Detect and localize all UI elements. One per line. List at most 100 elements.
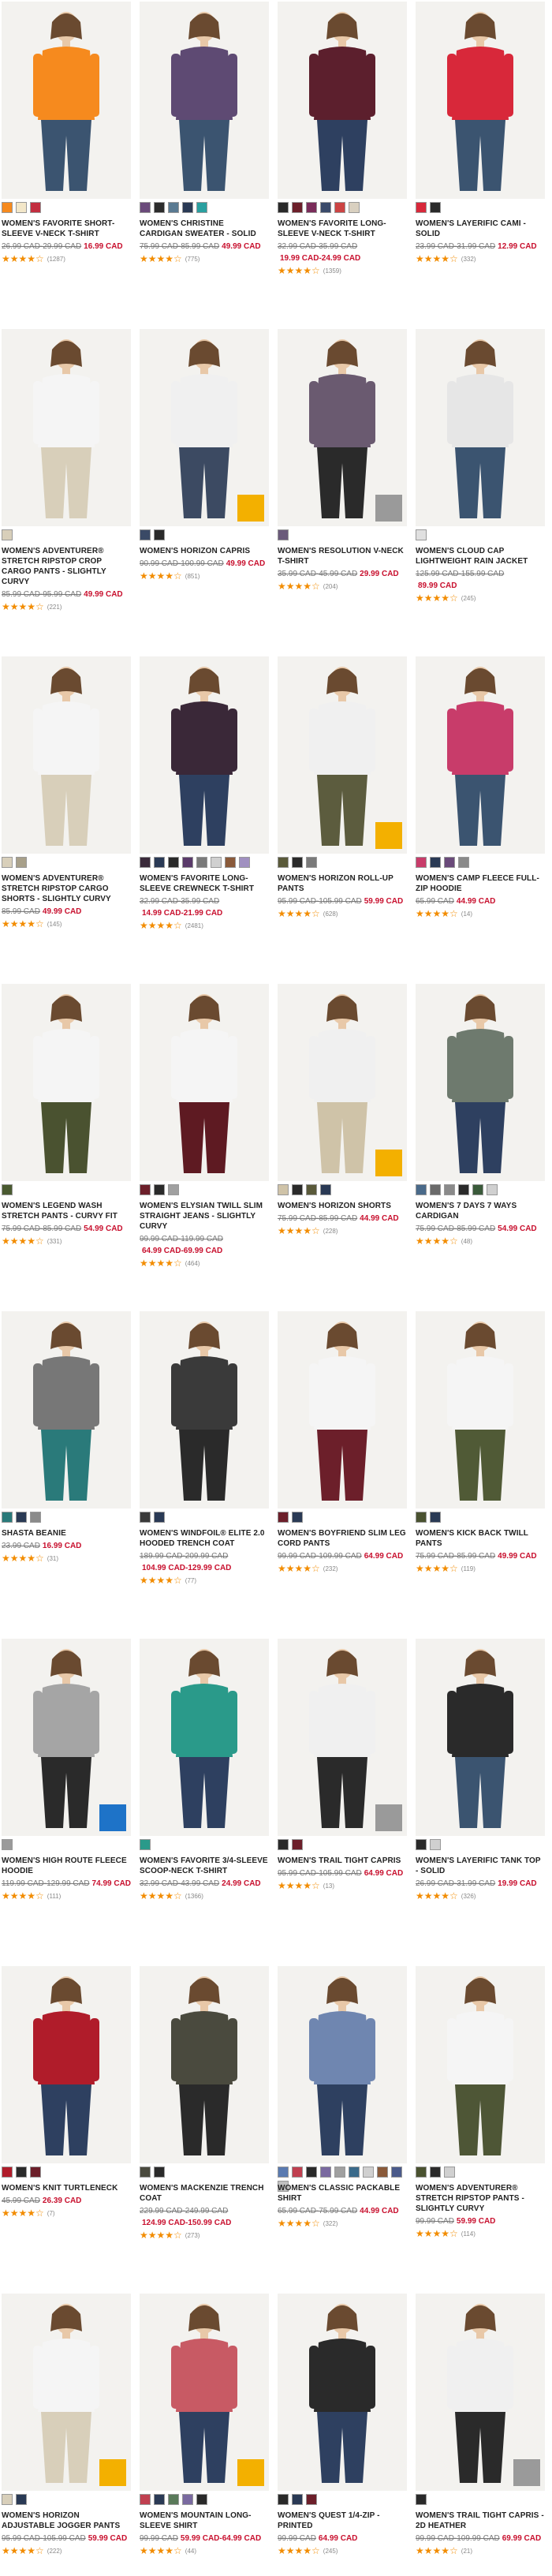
color-swatch[interactable]	[140, 1184, 151, 1195]
color-swatch[interactable]	[140, 1512, 151, 1523]
color-swatch[interactable]	[278, 1184, 289, 1195]
color-swatch[interactable]	[292, 202, 303, 213]
product-image[interactable]	[140, 2294, 269, 2491]
product-name-link[interactable]: WOMEN'S CHRISTINE CARDIGAN SWEATER - SOL…	[140, 219, 269, 239]
color-swatch[interactable]	[292, 857, 303, 868]
color-swatch[interactable]	[140, 2494, 151, 2505]
rating[interactable]: ★★★★☆ (245)	[416, 593, 545, 604]
color-swatch[interactable]	[278, 2167, 289, 2178]
product-card[interactable]: WOMEN'S ELYSIAN TWILL SLIM STRAIGHT JEAN…	[140, 984, 269, 1269]
rating[interactable]: ★★★★☆ (322)	[278, 2218, 407, 2229]
color-swatch[interactable]	[140, 202, 151, 213]
product-name-link[interactable]: SHASTA BEANIE	[2, 1528, 131, 1538]
product-card[interactable]: WOMEN'S QUEST 1/4-ZIP - PRINTED 99.99 CAD…	[278, 2294, 407, 2556]
color-swatch[interactable]	[196, 202, 207, 213]
color-swatch[interactable]	[154, 2167, 165, 2178]
rating[interactable]: ★★★★☆ (232)	[278, 1563, 407, 1574]
product-card[interactable]: WOMEN'S WINDFOIL® ELITE 2.0 HOODED TRENC…	[140, 1311, 269, 1586]
color-swatch[interactable]	[334, 202, 345, 213]
rating[interactable]: ★★★★☆ (111)	[2, 1890, 131, 1901]
color-swatch[interactable]	[416, 2494, 427, 2505]
color-swatch[interactable]	[416, 1512, 427, 1523]
rating[interactable]: ★★★★☆ (21)	[416, 2545, 545, 2556]
color-swatch[interactable]	[16, 857, 27, 868]
product-name-link[interactable]: WOMEN'S WINDFOIL® ELITE 2.0 HOODED TRENC…	[140, 1528, 269, 1549]
product-name-link[interactable]: WOMEN'S ADVENTURER® STRETCH RIPSTOP CARG…	[2, 873, 131, 904]
product-card[interactable]: WOMEN'S 7 DAYS 7 WAYS CARDIGAN 75.99 CAD-…	[416, 984, 545, 1247]
color-swatch[interactable]	[444, 1184, 455, 1195]
product-image[interactable]	[278, 1639, 407, 1836]
color-swatch[interactable]	[154, 2494, 165, 2505]
color-swatch[interactable]	[292, 1512, 303, 1523]
rating[interactable]: ★★★★☆ (7)	[2, 2208, 131, 2219]
color-swatch[interactable]	[430, 1184, 441, 1195]
color-swatch[interactable]	[416, 1839, 427, 1850]
color-swatch[interactable]	[292, 1839, 303, 1850]
color-swatch[interactable]	[154, 857, 165, 868]
product-name-link[interactable]: WOMEN'S 7 DAYS 7 WAYS CARDIGAN	[416, 1201, 545, 1221]
product-card[interactable]: WOMEN'S MOUNTAIN LONG-SLEEVE SHIRT 99.99 …	[140, 2294, 269, 2556]
product-image[interactable]	[416, 1311, 545, 1509]
product-card[interactable]: WOMEN'S TRAIL TIGHT CAPRIS - 2D HEATHER 9…	[416, 2294, 545, 2556]
product-image[interactable]	[416, 2, 545, 199]
product-image[interactable]	[2, 1311, 131, 1509]
color-swatch[interactable]	[416, 202, 427, 213]
product-image[interactable]	[2, 329, 131, 526]
product-name-link[interactable]: WOMEN'S TRAIL TIGHT CAPRIS - 2D HEATHER	[416, 2511, 545, 2531]
product-card[interactable]: WOMEN'S LAYERIFIC CAMI - SOLID 23.99 CAD-…	[416, 2, 545, 264]
product-card[interactable]: WOMEN'S FAVORITE LONG-SLEEVE CREWNECK T-…	[140, 656, 269, 931]
product-card[interactable]: WOMEN'S FAVORITE SHORT-SLEEVE V-NECK T-S…	[2, 2, 131, 264]
color-swatch[interactable]	[30, 202, 41, 213]
color-swatch[interactable]	[278, 857, 289, 868]
color-swatch[interactable]	[416, 857, 427, 868]
product-image[interactable]	[416, 1639, 545, 1836]
product-image[interactable]	[2, 1639, 131, 1836]
product-name-link[interactable]: WOMEN'S BOYFRIEND SLIM LEG CORD PANTS	[278, 1528, 407, 1549]
color-swatch[interactable]	[211, 857, 222, 868]
rating[interactable]: ★★★★☆ (1359)	[278, 265, 407, 276]
rating[interactable]: ★★★★☆ (464)	[140, 1258, 269, 1269]
color-swatch[interactable]	[416, 2167, 427, 2178]
rating[interactable]: ★★★★☆ (332)	[416, 253, 545, 264]
color-swatch[interactable]	[168, 1184, 179, 1195]
product-card[interactable]: WOMEN'S ADVENTURER® STRETCH RIPSTOP CROP…	[2, 329, 131, 612]
color-swatch[interactable]	[363, 2167, 374, 2178]
color-swatch[interactable]	[430, 2167, 441, 2178]
product-image[interactable]	[278, 656, 407, 854]
product-name-link[interactable]: WOMEN'S QUEST 1/4-ZIP - PRINTED	[278, 2511, 407, 2531]
product-name-link[interactable]: WOMEN'S FAVORITE 3/4-SLEEVE SCOOP-NECK T…	[140, 1856, 269, 1876]
color-swatch[interactable]	[278, 2494, 289, 2505]
product-image[interactable]	[2, 984, 131, 1181]
rating[interactable]: ★★★★☆ (31)	[2, 1553, 131, 1564]
color-swatch[interactable]	[2, 1839, 13, 1850]
product-name-link[interactable]: WOMEN'S KICK BACK TWILL PANTS	[416, 1528, 545, 1549]
rating[interactable]: ★★★★☆ (1287)	[2, 253, 131, 264]
product-name-link[interactable]: WOMEN'S MOUNTAIN LONG-SLEEVE SHIRT	[140, 2511, 269, 2531]
product-name-link[interactable]: WOMEN'S KNIT TURTLENECK	[2, 2183, 131, 2193]
product-card[interactable]: WOMEN'S MACKENZIE TRENCH COAT 229.99 CAD-…	[140, 1966, 269, 2241]
product-card[interactable]: WOMEN'S KNIT TURTLENECK 45.99 CAD 26.39 CA…	[2, 1966, 131, 2219]
rating[interactable]: ★★★★☆ (14)	[416, 908, 545, 919]
color-swatch[interactable]	[306, 202, 317, 213]
color-swatch[interactable]	[430, 1839, 441, 1850]
product-card[interactable]: WOMEN'S FAVORITE 3/4-SLEEVE SCOOP-NECK T…	[140, 1639, 269, 1901]
color-swatch[interactable]	[278, 529, 289, 540]
product-name-link[interactable]: WOMEN'S LAYERIFIC CAMI - SOLID	[416, 219, 545, 239]
color-swatch[interactable]	[2, 202, 13, 213]
rating[interactable]: ★★★★☆ (245)	[278, 2545, 407, 2556]
rating[interactable]: ★★★★☆ (77)	[140, 1575, 269, 1586]
product-card[interactable]: WOMEN'S KICK BACK TWILL PANTS 75.99 CAD-8…	[416, 1311, 545, 1574]
product-card[interactable]: WOMEN'S LAYERIFIC TANK TOP - SOLID 26.99 …	[416, 1639, 545, 1901]
product-image[interactable]	[278, 329, 407, 526]
color-swatch[interactable]	[30, 1512, 41, 1523]
color-swatch[interactable]	[140, 857, 151, 868]
color-swatch[interactable]	[430, 1512, 441, 1523]
product-name-link[interactable]: WOMEN'S LAYERIFIC TANK TOP - SOLID	[416, 1856, 545, 1876]
product-name-link[interactable]: WOMEN'S LEGEND WASH STRETCH PANTS - CURV…	[2, 1201, 131, 1221]
color-swatch[interactable]	[168, 857, 179, 868]
rating[interactable]: ★★★★☆ (628)	[278, 908, 407, 919]
color-swatch[interactable]	[239, 857, 250, 868]
color-swatch[interactable]	[472, 1184, 483, 1195]
product-name-link[interactable]: WOMEN'S HORIZON ROLL-UP PANTS	[278, 873, 407, 894]
color-swatch[interactable]	[292, 1184, 303, 1195]
